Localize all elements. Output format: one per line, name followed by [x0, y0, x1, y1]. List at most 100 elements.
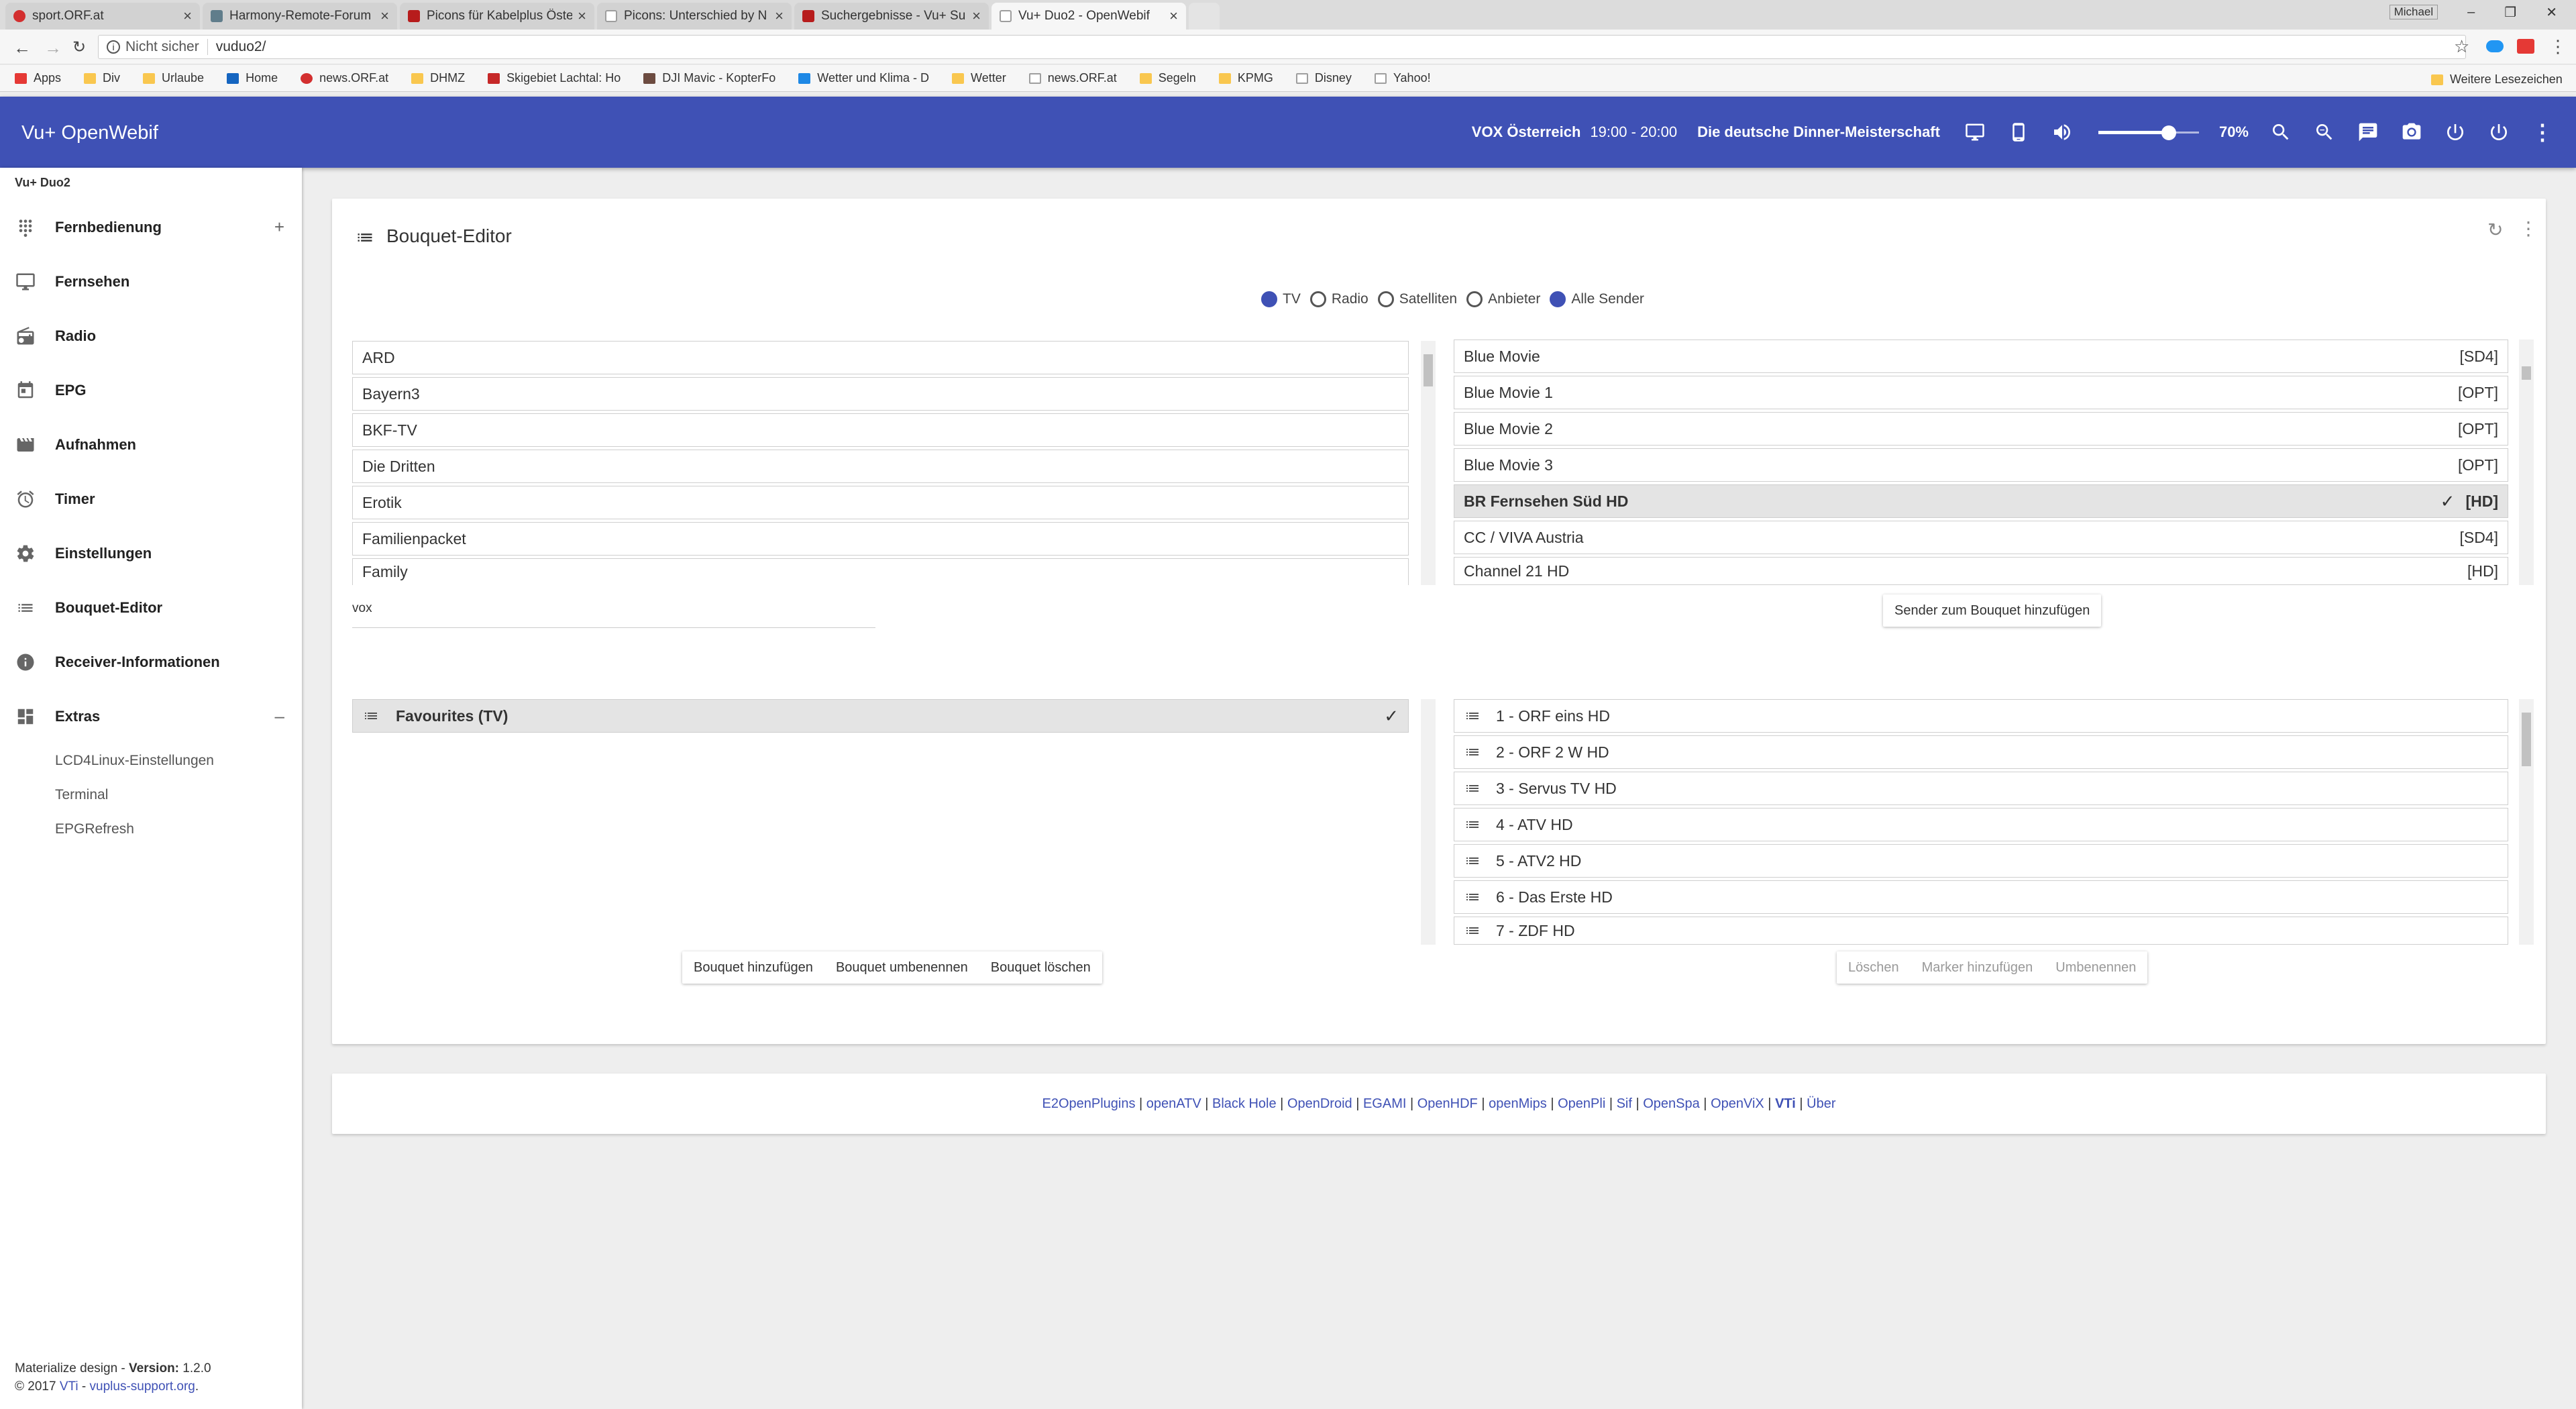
monitor-icon[interactable]	[1962, 119, 1988, 146]
bookmark[interactable]: Disney	[1295, 71, 1352, 85]
sidebar-subitem[interactable]: Terminal	[55, 787, 108, 803]
standby-icon[interactable]	[2485, 119, 2512, 146]
channel-item-selected[interactable]: BR Fernsehen Süd HD ✓ [HD]	[1454, 484, 2508, 518]
extension-icon[interactable]	[2486, 40, 2504, 52]
bookmark[interactable]: DHMZ	[411, 71, 465, 85]
bookmark[interactable]: Yahoo!	[1374, 71, 1431, 85]
provider-item[interactable]: BKF-TV	[352, 413, 1409, 447]
volume-icon[interactable]	[2049, 119, 2076, 146]
bookmark[interactable]: Skigebiet Lachtal: Ho	[488, 71, 621, 85]
support-link[interactable]: vuplus-support.org	[90, 1379, 195, 1394]
scrollbar-thumb[interactable]	[2522, 366, 2531, 380]
bookmark[interactable]: Apps	[15, 71, 61, 85]
channel-item[interactable]: Blue Movie [SD4]	[1454, 340, 2508, 373]
close-icon[interactable]: ×	[1169, 7, 1178, 25]
menu-icon[interactable]: ⋮	[2549, 36, 2567, 57]
sidebar-item-epg[interactable]: EPG	[0, 363, 302, 417]
epg-search-icon[interactable]	[2311, 119, 2338, 146]
footer-link[interactable]: openATV	[1146, 1096, 1201, 1112]
extension-icon[interactable]	[2517, 39, 2534, 54]
footer-link[interactable]: OpenViX	[1711, 1096, 1764, 1112]
browser-tab[interactable]: Suchergebnisse - Vu+ Su ×	[794, 3, 989, 30]
provider-item[interactable]: Erotik	[352, 486, 1409, 519]
bouquet-channel-item[interactable]: 7 - ZDF HD	[1454, 917, 2508, 945]
sidebar-item-einstellungen[interactable]: Einstellungen	[0, 526, 302, 580]
more-vert-icon[interactable]: ⋮	[2519, 217, 2538, 240]
radio-alle-sender[interactable]: Alle Sender	[1550, 291, 1644, 307]
sidebar-item-fernsehen[interactable]: Fernsehen	[0, 254, 302, 309]
provider-item[interactable]: ARD	[352, 341, 1409, 374]
url-field[interactable]: i Nicht sicher vuduo2/	[98, 35, 2466, 59]
sidebar-item-fernbedienung[interactable]: Fernbedienung +	[0, 200, 302, 254]
footer-link[interactable]: OpenHDF	[1417, 1096, 1478, 1112]
bouquet-channel-item[interactable]: 4 - ATV HD	[1454, 808, 2508, 841]
sidebar-subitem[interactable]: EPGRefresh	[55, 821, 134, 837]
browser-tab[interactable]: sport.ORF.at ×	[5, 3, 200, 30]
bouquet-channel-scrollbar[interactable]	[2519, 699, 2534, 945]
camera-icon[interactable]	[2398, 119, 2425, 146]
scrollbar-thumb[interactable]	[2522, 713, 2531, 766]
bookmark[interactable]: KPMG	[1218, 71, 1273, 85]
browser-tab[interactable]: Harmony-Remote-Forum ×	[203, 3, 397, 30]
sidebar-subitem[interactable]: LCD4Linux-Einstellungen	[55, 753, 214, 769]
bouquet-scrollbar[interactable]	[1421, 699, 1436, 945]
scrollbar-thumb[interactable]	[1424, 354, 1433, 386]
close-icon[interactable]: ×	[578, 7, 586, 25]
bookmark[interactable]: Segeln	[1139, 71, 1196, 85]
new-tab-button[interactable]	[1189, 3, 1220, 30]
footer-link[interactable]: OpenSpa	[1643, 1096, 1700, 1112]
channel-item[interactable]: Blue Movie 3 [OPT]	[1454, 448, 2508, 482]
power-icon[interactable]	[2442, 119, 2469, 146]
footer-link[interactable]: VTi	[1775, 1096, 1796, 1112]
browser-tab[interactable]: Picons: Unterschied by N ×	[597, 3, 792, 30]
bouquet-channel-item[interactable]: 2 - ORF 2 W HD	[1454, 735, 2508, 769]
sidebar-item-bouquet-editor[interactable]: Bouquet-Editor	[0, 580, 302, 635]
bookmark[interactable]: DJI Mavic - KopterFo	[643, 71, 775, 85]
provider-item[interactable]: Bayern3	[352, 377, 1409, 411]
browser-tab-active[interactable]: Vu+ Duo2 - OpenWebif ×	[991, 3, 1186, 30]
bouquet-channel-item[interactable]: 5 - ATV2 HD	[1454, 844, 2508, 878]
minimize-icon[interactable]: –	[2467, 5, 2475, 20]
volume-thumb[interactable]	[2161, 125, 2176, 140]
profile-label[interactable]: Michael	[2389, 5, 2438, 19]
close-icon[interactable]: ×	[775, 7, 784, 25]
search-input[interactable]: vox	[352, 601, 875, 628]
refresh-icon[interactable]: ↻	[2487, 219, 2503, 241]
provider-item[interactable]: Familienpacket	[352, 522, 1409, 556]
footer-link[interactable]: OpenDroid	[1287, 1096, 1352, 1112]
close-icon[interactable]: ×	[183, 7, 192, 25]
footer-link[interactable]: OpenPli	[1558, 1096, 1605, 1112]
bouquet-channel-item[interactable]: 3 - Servus TV HD	[1454, 772, 2508, 805]
close-icon[interactable]: ×	[380, 7, 389, 25]
bouquet-channel-item[interactable]: 6 - Das Erste HD	[1454, 880, 2508, 914]
radio-tv[interactable]: TV	[1261, 291, 1301, 307]
channel-item[interactable]: Channel 21 HD [HD]	[1454, 557, 2508, 585]
bookmark[interactable]: Wetter und Klima - D	[798, 71, 929, 85]
browser-tab[interactable]: Picons für Kabelplus Öste ×	[400, 3, 594, 30]
restore-icon[interactable]: ❐	[2504, 4, 2516, 21]
radio-radio[interactable]: Radio	[1309, 291, 1368, 307]
bookmark[interactable]: news.ORF.at	[1028, 71, 1117, 85]
bookmark[interactable]: news.ORF.at	[301, 71, 388, 85]
bookmark[interactable]: Div	[84, 71, 120, 85]
bouquet-item-selected[interactable]: Favourites (TV) ✓	[352, 699, 1409, 733]
channel-item[interactable]: CC / VIVA Austria [SD4]	[1454, 521, 2508, 554]
provider-item[interactable]: Family	[352, 558, 1409, 585]
provider-item[interactable]: Die Dritten	[352, 450, 1409, 483]
channel-scrollbar[interactable]	[2519, 340, 2534, 585]
other-bookmarks[interactable]: Weitere Lesezeichen	[2431, 72, 2563, 87]
delete-bouquet-button[interactable]: Bouquet löschen	[979, 960, 1102, 976]
search-icon[interactable]	[2267, 119, 2294, 146]
add-marker-button[interactable]: Marker hinzufügen	[1911, 960, 2045, 976]
forward-icon[interactable]: →	[44, 38, 62, 58]
add-channel-button[interactable]: Sender zum Bouquet hinzufügen	[1883, 594, 2102, 627]
sidebar-item-radio[interactable]: Radio	[0, 309, 302, 363]
bookmark[interactable]: Wetter	[952, 71, 1006, 85]
footer-link[interactable]: Sif	[1617, 1096, 1632, 1112]
info-icon[interactable]: i	[107, 40, 120, 54]
brand-logo[interactable]: Vu+ OpenWebif	[21, 122, 158, 144]
star-icon[interactable]: ☆	[2454, 36, 2469, 57]
sidebar-item-aufnahmen[interactable]: Aufnahmen	[0, 417, 302, 472]
footer-link[interactable]: Black Hole	[1212, 1096, 1277, 1112]
provider-scrollbar[interactable]	[1421, 341, 1436, 585]
